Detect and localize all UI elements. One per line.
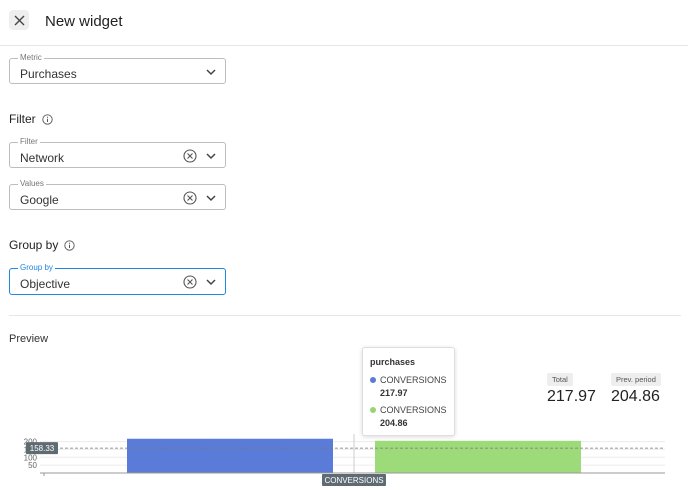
preview-title: Preview [9,333,49,345]
x-category-label: CONVERSIONS [324,476,383,485]
tooltip-row: CONVERSIONS [370,375,447,385]
filter-select[interactable]: Filter Network [9,137,226,168]
series-dot-icon [370,407,376,413]
group-by-label: Group by [18,263,55,273]
clear-icon[interactable] [183,149,197,163]
values-select[interactable]: Values Google [9,179,226,210]
info-icon[interactable] [42,113,53,125]
chart-bar [375,440,581,473]
tooltip-title: purchases [370,357,416,367]
chart-bar [127,438,333,473]
values-value: Google [20,193,59,207]
total-value: 217.97 [547,388,596,405]
section-divider [9,315,681,316]
clear-icon[interactable] [183,191,197,205]
values-label: Values [18,179,46,189]
metric-select[interactable]: Metric Purchases [9,53,226,84]
y-tick-label: 50 [28,461,37,470]
close-icon [14,15,24,25]
chevron-down-icon[interactable] [206,68,216,76]
reference-label: 158.33 [30,444,55,453]
chevron-down-icon[interactable] [206,152,216,160]
total-tag: Total [547,373,573,386]
filter-section-title: Filter [9,112,53,126]
group-by-section-title: Group by [9,238,76,252]
dialog-header: New widget [0,0,688,46]
tooltip-row-value: 217.97 [380,388,408,398]
dialog-title: New widget [45,13,123,30]
tooltip-row-value: 204.86 [380,418,408,428]
group-by-select[interactable]: Group by Objective [9,263,226,295]
group-by-section-label: Group by [9,238,59,252]
chevron-down-icon[interactable] [206,278,216,286]
tooltip-row-label: CONVERSIONS [380,375,447,385]
series-dot-icon [370,377,376,383]
preview-chart: 20015010050158.33CONVERSIONS [24,434,665,486]
chart-tooltip: purchases CONVERSIONS 217.97 CONVERSIONS… [362,347,455,436]
filter-label: Filter [18,137,40,147]
filter-value: Network [20,151,65,165]
clear-icon[interactable] [183,275,197,289]
tooltip-row-label: CONVERSIONS [380,405,447,415]
metric-label: Metric [18,53,44,63]
close-button[interactable] [9,10,29,30]
group-by-value: Objective [20,277,71,291]
prev-period-value: 204.86 [611,388,660,405]
filter-section-label: Filter [9,112,36,126]
info-icon[interactable] [64,239,76,251]
prev-period-tag: Prev. period [611,373,661,386]
tooltip-row: CONVERSIONS [370,405,447,415]
chevron-down-icon[interactable] [206,194,216,202]
metric-value: Purchases [20,67,77,81]
